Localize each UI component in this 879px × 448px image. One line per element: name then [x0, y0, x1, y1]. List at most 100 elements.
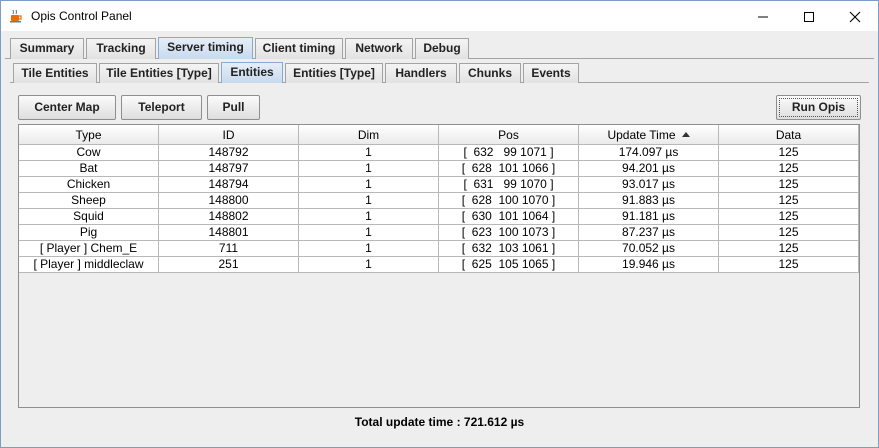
cell-type: [ Player ] middleclaw	[19, 257, 159, 273]
column-header-label: ID	[222, 128, 235, 142]
cell-data: 125	[719, 209, 859, 225]
cell-dim: 1	[299, 145, 439, 161]
cell-dim: 1	[299, 209, 439, 225]
opis-control-panel-window: Opis Control Panel Summary Tracking Serv…	[0, 0, 879, 448]
cell-pos: [ 628 101 1066 ]	[439, 161, 579, 177]
cell-id: 148794	[159, 177, 299, 193]
cell-id: 711	[159, 241, 299, 257]
tab-debug[interactable]: Debug	[415, 38, 469, 59]
cell-data: 125	[719, 145, 859, 161]
cell-id: 148802	[159, 209, 299, 225]
cell-pos: [ 632 99 1071 ]	[439, 145, 579, 161]
table-row[interactable]: [ Player ] Chem_E 711 1[ 632 103 1061 ] 70.…	[19, 241, 859, 257]
cell-data: 125	[719, 241, 859, 257]
table-row[interactable]: [ Player ] middleclaw 251 1[ 625 105 1065 …	[19, 257, 859, 273]
cell-type: Bat	[19, 161, 159, 177]
entities-table: Type ID Dim Pos Update Time Data Cow 1487…	[18, 124, 860, 408]
minimize-icon	[758, 16, 768, 18]
title-bar[interactable]: Opis Control Panel	[1, 1, 878, 31]
client-area: Summary Tracking Server timing Client ti…	[1, 31, 878, 447]
close-icon	[849, 11, 861, 23]
column-header-id[interactable]: ID	[159, 125, 299, 145]
table-row[interactable]: Sheep 148800 1[ 628 100 1070 ] 91.883 µs 125	[19, 193, 859, 209]
teleport-button[interactable]: Teleport	[121, 95, 202, 120]
tab-chunks[interactable]: Chunks	[459, 63, 521, 83]
minimize-button[interactable]	[740, 1, 786, 31]
run-opis-button[interactable]: Run Opis	[776, 95, 861, 120]
column-header-label: Data	[775, 128, 802, 142]
table-header: Type ID Dim Pos Update Time Data	[19, 125, 859, 145]
cell-type: Squid	[19, 209, 159, 225]
cell-id: 148797	[159, 161, 299, 177]
tab-client-timing[interactable]: Client timing	[255, 38, 343, 59]
column-header-update-time[interactable]: Update Time	[579, 125, 719, 145]
cell-type: Chicken	[19, 177, 159, 193]
center-map-button[interactable]: Center Map	[18, 95, 116, 120]
cell-data: 125	[719, 161, 859, 177]
cell-pos: [ 632 103 1061 ]	[439, 241, 579, 257]
tab-network[interactable]: Network	[345, 38, 413, 59]
cell-type: Cow	[19, 145, 159, 161]
column-header-data[interactable]: Data	[719, 125, 859, 145]
cell-dim: 1	[299, 177, 439, 193]
cell-update-time: 91.181 µs	[579, 209, 719, 225]
tab-events[interactable]: Events	[523, 63, 579, 83]
cell-pos: [ 628 100 1070 ]	[439, 193, 579, 209]
cell-update-time: 19.946 µs	[579, 257, 719, 273]
column-header-label: Dim	[357, 128, 380, 142]
cell-dim: 1	[299, 193, 439, 209]
java-cup-icon	[9, 9, 23, 23]
column-header-label: Pos	[498, 128, 519, 142]
cell-id: 251	[159, 257, 299, 273]
cell-id: 148801	[159, 225, 299, 241]
cell-dim: 1	[299, 257, 439, 273]
cell-type: [ Player ] Chem_E	[19, 241, 159, 257]
cell-dim: 1	[299, 161, 439, 177]
tab-entities-type[interactable]: Entities [Type]	[285, 63, 383, 83]
cell-pos: [ 630 101 1064 ]	[439, 209, 579, 225]
tab-server-timing[interactable]: Server timing	[158, 37, 253, 59]
column-header-pos[interactable]: Pos	[439, 125, 579, 145]
tab-summary[interactable]: Summary	[10, 38, 84, 59]
cell-pos: [ 623 100 1073 ]	[439, 225, 579, 241]
cell-update-time: 174.097 µs	[579, 145, 719, 161]
cell-pos: [ 631 99 1070 ]	[439, 177, 579, 193]
table-row[interactable]: Pig 148801 1[ 623 100 1073 ] 87.237 µs 125	[19, 225, 859, 241]
window-title: Opis Control Panel	[31, 9, 132, 23]
cell-type: Pig	[19, 225, 159, 241]
cell-data: 125	[719, 193, 859, 209]
cell-data: 125	[719, 177, 859, 193]
pull-button[interactable]: Pull	[207, 95, 260, 120]
tab-tile-entities-type[interactable]: Tile Entities [Type]	[99, 63, 219, 83]
close-button[interactable]	[832, 1, 878, 31]
tab-tracking[interactable]: Tracking	[86, 38, 156, 59]
table-row[interactable]: Chicken 148794 1[ 631 99 1070 ] 93.017 µs 12…	[19, 177, 859, 193]
cell-dim: 1	[299, 241, 439, 257]
column-header-type[interactable]: Type	[19, 125, 159, 145]
cell-update-time: 70.052 µs	[579, 241, 719, 257]
table-row[interactable]: Squid 148802 1[ 630 101 1064 ] 91.181 µs 125	[19, 209, 859, 225]
maximize-icon	[804, 12, 814, 22]
cell-dim: 1	[299, 225, 439, 241]
cell-data: 125	[719, 257, 859, 273]
tab-entities[interactable]: Entities	[221, 62, 283, 83]
cell-update-time: 91.883 µs	[579, 193, 719, 209]
cell-type: Sheep	[19, 193, 159, 209]
table-row[interactable]: Bat 148797 1[ 628 101 1066 ] 94.201 µs 125	[19, 161, 859, 177]
cell-update-time: 93.017 µs	[579, 177, 719, 193]
column-header-dim[interactable]: Dim	[299, 125, 439, 145]
cell-id: 148800	[159, 193, 299, 209]
sort-ascending-icon	[681, 132, 690, 137]
tab-handlers[interactable]: Handlers	[385, 63, 457, 83]
table-row[interactable]: Cow 148792 1[ 632 99 1071 ] 174.097 µs 125	[19, 145, 859, 161]
cell-id: 148792	[159, 145, 299, 161]
column-header-label: Update Time	[607, 128, 676, 142]
total-update-time: Total update time : 721.612 µs	[354, 415, 525, 429]
cell-update-time: 94.201 µs	[579, 161, 719, 177]
column-header-label: Type	[75, 128, 102, 142]
cell-update-time: 87.237 µs	[579, 225, 719, 241]
cell-data: 125	[719, 225, 859, 241]
cell-pos: [ 625 105 1065 ]	[439, 257, 579, 273]
maximize-button[interactable]	[786, 1, 832, 31]
tab-tile-entities[interactable]: Tile Entities	[13, 63, 97, 83]
